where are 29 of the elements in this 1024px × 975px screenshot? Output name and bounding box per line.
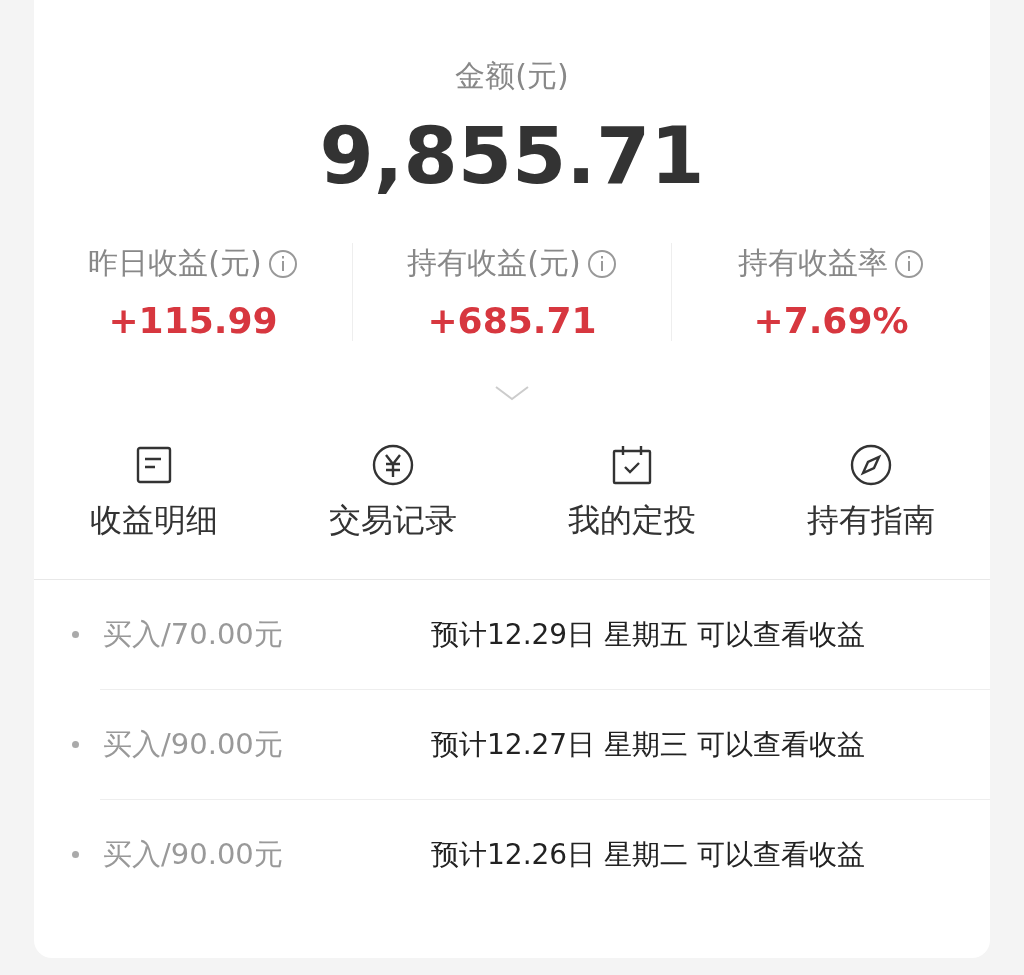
amount-label: 金额(元) [454, 57, 570, 95]
amount-value: 9,855.71 [318, 111, 706, 201]
order-text: 买入/70.00元 [103, 615, 284, 653]
bullet-dot [72, 741, 79, 748]
info-icon[interactable] [894, 248, 924, 279]
shortcut-button[interactable]: 交易记录 [273, 443, 512, 543]
earnings-note: 预计12.26日 星期二 可以查看收益 [431, 836, 865, 873]
earnings-note: 预计12.27日 星期三 可以查看收益 [431, 726, 865, 763]
info-icon[interactable] [267, 248, 298, 279]
shortcut-button[interactable]: 持有指南 [751, 443, 990, 543]
stat-value: +7.69% [753, 300, 909, 341]
document-icon [135, 446, 172, 484]
order-text: 买入/90.00元 [103, 835, 284, 873]
stat-value: +685.71 [427, 300, 597, 341]
stat-label: 持有收益率 [738, 244, 888, 282]
bullet-dot [72, 851, 79, 858]
yen-coin-icon [371, 444, 414, 486]
shortcut-button[interactable]: 收益明细 [34, 443, 273, 543]
stat-label: 昨日收益(元) [88, 244, 262, 282]
shortcut-button[interactable]: 我的定投 [512, 443, 751, 543]
earnings-note: 预计12.29日 星期五 可以查看收益 [431, 616, 865, 653]
bullet-dot [72, 631, 79, 638]
calendar-check-icon [611, 445, 652, 485]
stat-value: +115.99 [108, 300, 278, 341]
info-icon[interactable] [586, 248, 617, 279]
stat-label: 持有收益(元) [407, 244, 581, 282]
order-text: 买入/90.00元 [103, 725, 284, 763]
compass-icon [849, 444, 892, 486]
chevron-down-icon[interactable] [494, 385, 530, 401]
